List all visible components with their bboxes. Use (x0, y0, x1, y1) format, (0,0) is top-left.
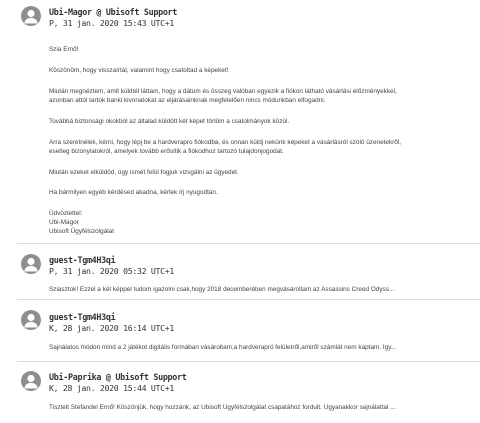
body-paragraph: Szia Ernő! (49, 46, 79, 53)
body-paragraph: Miután ezeket elküldöd, úgy ismét felül … (49, 169, 239, 176)
message-date: K, 28 jan. 2020 16:14 UTC+1 (49, 323, 174, 333)
body-paragraph: Ha bármilyen egyéb kérdésed akadna, kérl… (49, 189, 218, 196)
message-snippet: Tisztelt Stefandel Ernő! Köszönjük, hogy… (49, 404, 396, 411)
message-date: K, 28 jan. 2020 15:44 UTC+1 (49, 383, 174, 393)
message-snippet: Sajnálatos módon mind a 2 játékot digitá… (49, 344, 397, 351)
message-date: P, 31 jan. 2020 05:32 UTC+1 (49, 266, 174, 276)
signature-greeting: Üdvözlettel: (49, 210, 83, 217)
message-author: Ubi-Magor @ Ubisoft Support (49, 7, 178, 17)
user-avatar-icon (21, 310, 41, 330)
user-avatar-icon (21, 6, 41, 26)
message-author: guest-Tgm4H3qi (49, 255, 116, 265)
body-paragraph: Köszönöm, hogy visszaírtál, valamint hog… (49, 67, 229, 74)
body-paragraph: Miután megnéztem, amit küldtél láttam, h… (49, 88, 397, 104)
body-paragraph: Arra szeretnélek, kérni, hogy lépj be a … (49, 139, 402, 155)
message-author: guest-Tgm4H3qi (49, 312, 116, 322)
message-collapsed[interactable]: guest-Tgm4H3qi K, 28 jan. 2020 16:14 UTC… (0, 300, 480, 360)
message-collapsed[interactable]: Ubi-Paprika @ Ubisoft Support K, 28 jan.… (0, 362, 480, 423)
user-avatar-icon (21, 254, 41, 274)
user-avatar-icon (21, 371, 41, 391)
signature-team: Ubisoft Ügyfélszolgálat (49, 228, 115, 235)
message-expanded: Ubi-Magor @ Ubisoft Support P, 31 jan. 2… (0, 0, 480, 242)
body-paragraph: Továbbá biztonsági okokból az általad kü… (49, 118, 290, 125)
message-snippet: Sziasztok! Ezzel a két képpel tudom igaz… (49, 286, 395, 293)
message-author: Ubi-Paprika @ Ubisoft Support (49, 372, 187, 382)
message-date: P, 31 jan. 2020 15:43 UTC+1 (49, 18, 174, 28)
message-collapsed[interactable]: guest-Tgm4H3qi P, 31 jan. 2020 05:32 UTC… (0, 244, 480, 304)
signature-name: Ubi-Magor (49, 219, 79, 226)
